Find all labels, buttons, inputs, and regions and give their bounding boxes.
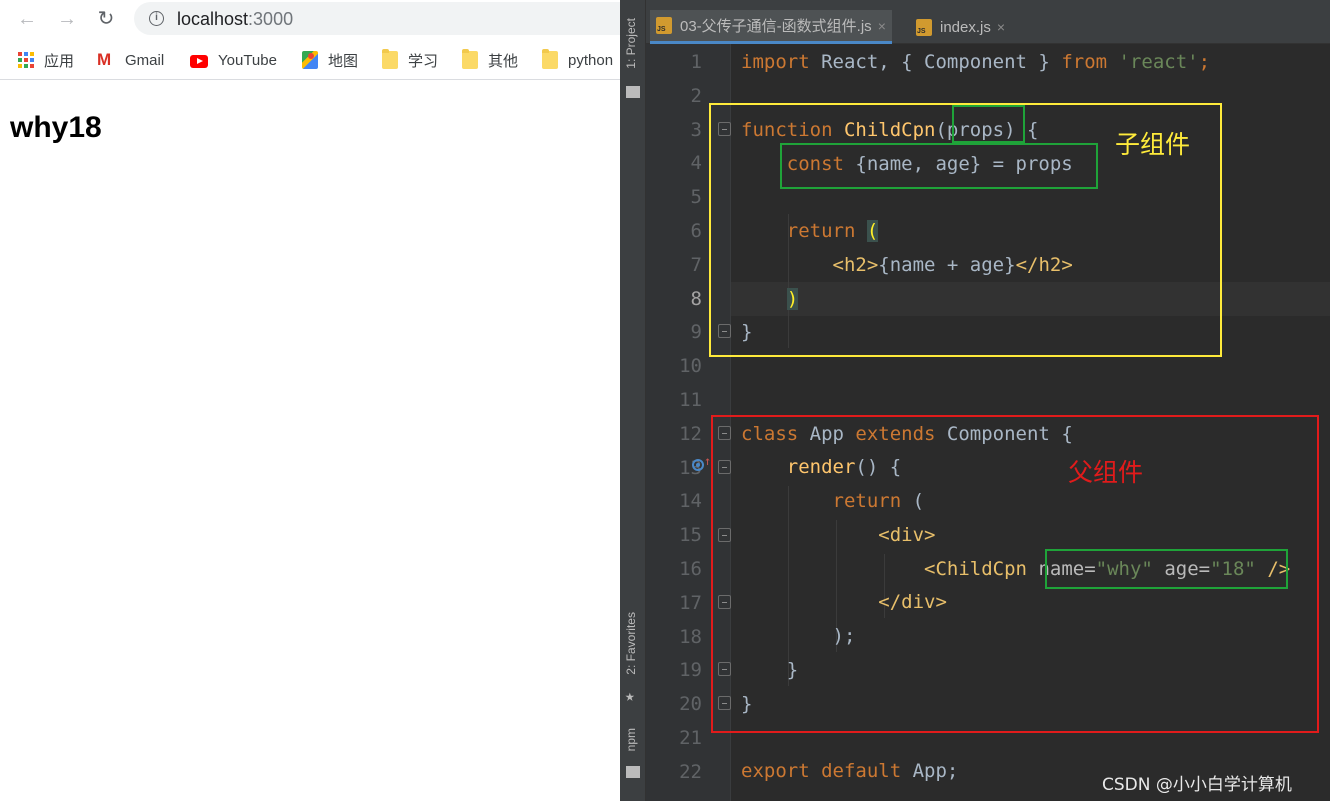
props-highlight-box — [952, 105, 1025, 143]
line-number: 16 — [679, 558, 702, 580]
folder-icon — [542, 49, 558, 69]
url-text[interactable]: localhost:3000 — [177, 9, 293, 30]
back-arrow-icon[interactable]: ← — [14, 6, 40, 32]
line-number: 2 — [690, 84, 702, 107]
line-number: 15 — [679, 524, 702, 547]
forward-arrow-icon[interactable]: → — [54, 6, 80, 32]
bookmark-label: 地图 — [328, 52, 359, 70]
line-number: 10 — [679, 355, 702, 378]
tab-functional-component-file[interactable]: 03-父传子通信-函数式组件.js × — [650, 10, 892, 44]
editor-tabbar: 03-父传子通信-函数式组件.js × index.js × — [646, 0, 1330, 44]
line-number: 3 — [690, 118, 702, 141]
maps-icon — [302, 51, 318, 69]
ide-window: 1: Project 2: Favorites ★ npm 03-父传子通信-函… — [620, 0, 1330, 801]
tab-index-file[interactable]: index.js × — [910, 10, 1011, 44]
address-bar[interactable]: i localhost:3000 — [134, 2, 620, 35]
star-icon[interactable]: ★ — [625, 688, 635, 704]
browser-window: ← → ↻ i localhost:3000 应用 M Gmail YouTub… — [0, 0, 620, 801]
line-number: 22 — [679, 760, 702, 783]
tool-window-strip: 1: Project 2: Favorites ★ npm — [620, 0, 646, 801]
bookmark-folder-other[interactable]: 其他 — [462, 49, 518, 71]
url-host: localhost — [177, 9, 249, 29]
line-number: 8 — [690, 287, 702, 310]
line-number: 20 — [679, 693, 702, 716]
js-file-icon — [656, 17, 672, 34]
token: from — [1061, 51, 1108, 73]
js-file-icon — [916, 18, 932, 36]
npm-icon[interactable] — [626, 766, 640, 778]
bookmark-label: python — [568, 51, 614, 69]
line-number: 18 — [679, 625, 702, 648]
url-port: :3000 — [248, 9, 294, 29]
destructure-highlight-box — [780, 143, 1098, 189]
line-number: 4 — [690, 152, 702, 175]
line-number: 19 — [679, 659, 702, 682]
override-marker-icon[interactable] — [692, 459, 704, 471]
code-line-22: export default App; — [741, 754, 958, 788]
line-number: 9 — [690, 321, 702, 344]
bookmark-apps[interactable]: 应用 — [18, 49, 74, 71]
line-number: 17 — [679, 591, 702, 614]
parent-component-label: 父组件 — [1068, 458, 1144, 487]
line-number: 11 — [679, 389, 702, 411]
folder-icon[interactable] — [626, 86, 640, 98]
reload-icon[interactable]: ↻ — [93, 6, 119, 32]
token: App; — [901, 760, 959, 782]
rendered-heading: why18 — [10, 111, 102, 144]
bookmark-label: 应用 — [44, 52, 75, 70]
bookmark-label: YouTube — [218, 51, 277, 69]
npm-tool-tab[interactable]: npm — [624, 728, 638, 751]
watermark: CSDN @小小白学计算机 — [1102, 775, 1292, 795]
token: React, { Component } — [809, 51, 1062, 73]
tab-label: index.js — [940, 18, 991, 36]
info-icon[interactable]: i — [149, 11, 164, 26]
token: default — [821, 760, 902, 782]
bookmark-maps[interactable]: 地图 — [302, 49, 358, 71]
token: 'react' — [1118, 51, 1199, 73]
bookmark-folder-python[interactable]: python — [542, 49, 613, 71]
bookmark-youtube[interactable]: YouTube — [190, 49, 277, 71]
token: import — [741, 51, 810, 73]
project-tool-tab[interactable]: 1: Project — [624, 18, 638, 69]
youtube-icon — [190, 54, 208, 68]
code-line-1: import React, { Component } from 'react'… — [741, 45, 1210, 79]
bookmark-label: Gmail — [125, 51, 165, 69]
line-number: 5 — [690, 186, 702, 209]
line-number: 6 — [690, 220, 702, 242]
close-icon[interactable]: × — [997, 19, 1005, 35]
line-number: 21 — [679, 727, 702, 749]
folder-icon — [462, 49, 478, 69]
close-icon[interactable]: × — [878, 18, 886, 34]
bookmarks-bar: 应用 M Gmail YouTube 地图 学习 其他 python — [0, 40, 620, 80]
props-pass-highlight-box — [1045, 549, 1288, 589]
token: ; — [1198, 51, 1211, 73]
apps-icon — [18, 52, 34, 68]
tab-label: 03-父传子通信-函数式组件.js — [680, 18, 872, 35]
folder-icon — [382, 49, 398, 69]
line-number: 7 — [690, 253, 702, 276]
bookmark-folder-study[interactable]: 学习 — [382, 49, 438, 71]
browser-toolbar: ← → ↻ i localhost:3000 — [0, 0, 620, 38]
gmail-icon: M — [97, 50, 112, 69]
line-number: 14 — [679, 490, 702, 513]
token: export — [741, 760, 810, 782]
line-number: 12 — [679, 422, 702, 445]
line-number: 1 — [690, 51, 702, 73]
child-component-label: 子组件 — [1115, 130, 1191, 159]
bookmark-label: 其他 — [488, 52, 519, 70]
favorites-tool-tab[interactable]: 2: Favorites — [624, 612, 638, 675]
bookmark-label: 学习 — [408, 52, 439, 70]
bookmark-gmail[interactable]: M Gmail — [97, 49, 164, 71]
